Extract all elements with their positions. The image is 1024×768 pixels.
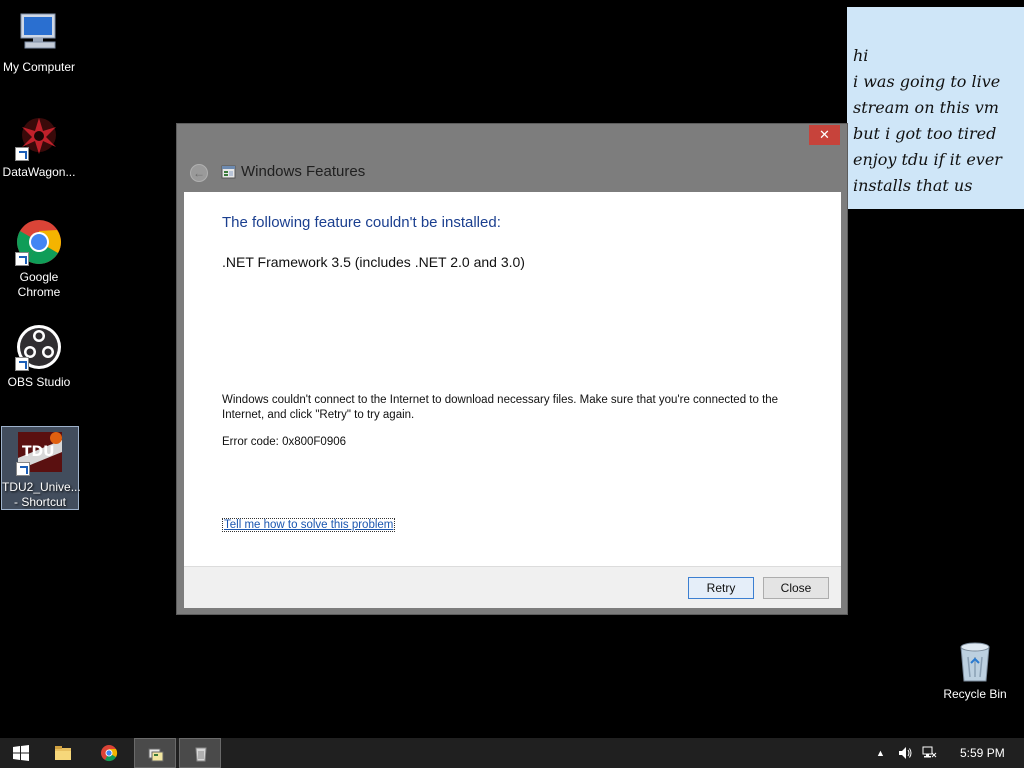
sticky-note-line: enjoy tdu if it ever: [853, 150, 1002, 169]
windows-features-icon: [148, 748, 164, 762]
retry-button[interactable]: Retry: [688, 577, 754, 599]
error-message: Windows couldn't connect to the Internet…: [222, 394, 779, 421]
help-link[interactable]: Tell me how to solve this problem: [222, 518, 396, 532]
desktop-icon-datawagon[interactable]: DataWagon...: [0, 113, 78, 180]
back-arrow-icon[interactable]: ←: [190, 164, 208, 182]
taskbar-file-explorer[interactable]: [42, 738, 84, 768]
dialog-titlebar[interactable]: ✕ ← Windows Features: [177, 124, 847, 192]
sticky-note[interactable]: hi i was going to live stream on this vm…: [847, 7, 1024, 209]
desktop-icon-google-chrome[interactable]: Google Chrome: [0, 218, 78, 300]
shortcut-arrow-icon: [15, 252, 29, 266]
datawagon-icon: [15, 113, 63, 161]
taskbar-windows-features[interactable]: [134, 738, 176, 768]
desktop-icon-label: TDU2_Unive... - Shortcut: [2, 480, 81, 509]
desktop-icon-label: OBS Studio: [7, 375, 71, 389]
start-icon: [13, 745, 29, 761]
recycle-app-icon: [195, 747, 207, 762]
sticky-note-line: installs that us: [853, 176, 973, 195]
error-heading: The following feature couldn't be instal…: [222, 214, 501, 231]
desktop-icon-recycle-bin[interactable]: Recycle Bin: [936, 637, 1014, 701]
computer-icon: [15, 8, 63, 56]
dialog-footer: Retry Close: [184, 566, 841, 608]
desktop-icon-my-computer[interactable]: My Computer: [0, 8, 78, 75]
taskbar-clock[interactable]: 5:59 PM: [960, 746, 1005, 760]
chrome-icon: [101, 745, 118, 762]
shortcut-arrow-icon: [15, 147, 29, 161]
close-button[interactable]: Close: [763, 577, 829, 599]
sticky-note-line: hi: [853, 46, 869, 65]
obs-icon: [15, 323, 63, 371]
file-explorer-icon: [55, 746, 71, 760]
dialog-content: The following feature couldn't be instal…: [184, 192, 841, 566]
feature-name: .NET Framework 3.5 (includes .NET 2.0 an…: [222, 254, 525, 270]
windows-features-icon: [221, 164, 237, 180]
desktop-icon-label: DataWagon...: [2, 165, 76, 179]
shortcut-arrow-icon: [15, 357, 29, 371]
sticky-note-line: stream on this vm: [853, 98, 999, 117]
dialog-title: Windows Features: [241, 163, 366, 180]
chrome-icon: [15, 218, 63, 266]
desktop-icon-label: My Computer: [2, 60, 76, 74]
desktop-icon-label: Recycle Bin: [943, 687, 1007, 701]
taskbar: ▲ 5:59 PM: [0, 738, 1024, 768]
svg-text:TDU: TDU: [22, 444, 55, 460]
desktop-icon-obs-studio[interactable]: OBS Studio: [0, 323, 78, 390]
tray-chevron-icon[interactable]: ▲: [876, 748, 885, 758]
network-icon[interactable]: [921, 745, 937, 764]
error-code: Error code: 0x800F0906: [222, 436, 347, 448]
taskbar-recycle-app[interactable]: [179, 738, 221, 768]
tdu2-icon: TDU: [16, 428, 64, 476]
recycle-bin-icon: [951, 637, 999, 685]
start-button[interactable]: [0, 738, 42, 768]
close-icon[interactable]: ✕: [809, 125, 840, 145]
desktop-icon-tdu2[interactable]: TDU TDU2_Unive... - Shortcut: [1, 426, 81, 510]
sticky-note-line: but i got too tired: [853, 124, 997, 143]
desktop-icon-label: Google Chrome: [17, 270, 61, 299]
sticky-note-line: i was going to live: [853, 72, 1001, 91]
shortcut-arrow-icon: [16, 462, 30, 476]
volume-icon[interactable]: [897, 745, 913, 764]
windows-features-dialog: ✕ ← Windows Features The following featu…: [176, 123, 848, 615]
taskbar-chrome[interactable]: [88, 738, 130, 768]
